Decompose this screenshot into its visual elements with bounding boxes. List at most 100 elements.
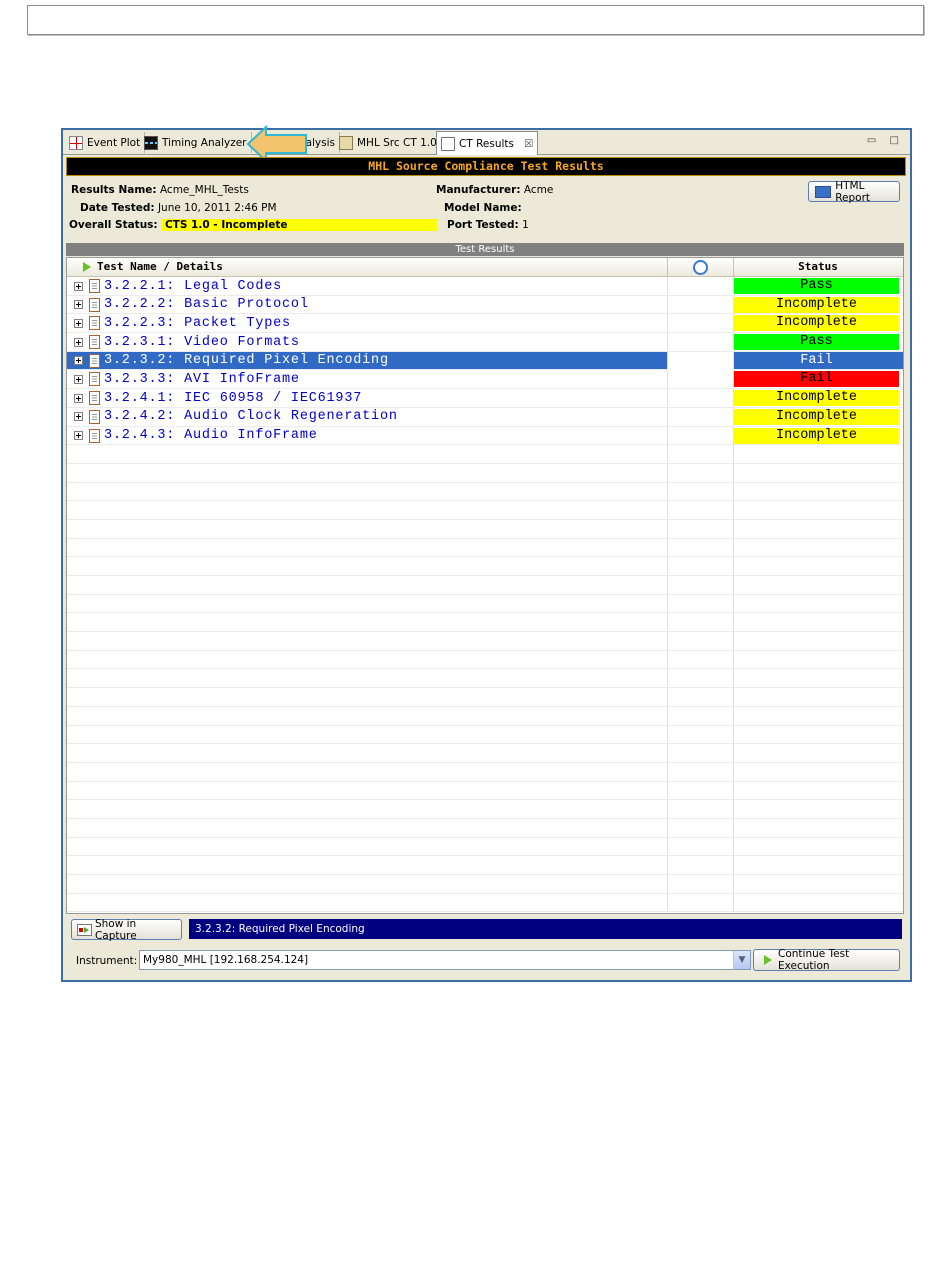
tab-event-plot[interactable]: Event Plot (65, 132, 146, 153)
html-report-button[interactable]: HTML Report (808, 180, 900, 204)
test-name-text: 3.2.2.3: Packet Types (104, 315, 291, 331)
table-row[interactable]: 3.2.3.2: Required Pixel Encoding Fail (67, 351, 903, 371)
table-row[interactable]: 3.2.3.1: Video Formats Pass (67, 333, 903, 352)
expand-icon[interactable] (74, 300, 83, 310)
expand-icon[interactable] (74, 281, 83, 291)
test-name-text: 3.2.3.2: Required Pixel Encoding (104, 353, 389, 369)
expand-icon[interactable] (74, 393, 83, 403)
status-badge: Incomplete (734, 296, 899, 313)
expand-icon[interactable] (74, 356, 83, 366)
model-name-label: Model Name: (444, 202, 522, 214)
empty-row (67, 744, 903, 763)
empty-row (67, 762, 903, 782)
test-document-icon (89, 353, 100, 368)
table-body: 3.2.2.1: Legal Codes Pass 3.2.2.2: Basic P… (67, 277, 903, 913)
table-row[interactable]: 3.2.2.3: Packet Types Incomplete (67, 314, 903, 334)
run-icon[interactable] (83, 262, 91, 272)
table-row[interactable]: 3.2.2.1: Legal Codes Pass (67, 277, 903, 296)
close-icon[interactable]: ☒ (524, 138, 533, 150)
expand-icon[interactable] (74, 431, 83, 440)
chevron-down-icon[interactable]: ▼ (733, 951, 750, 969)
status-badge: Incomplete (734, 408, 899, 425)
results-name-value: Acme_MHL_Tests (159, 184, 249, 196)
play-icon (764, 955, 772, 965)
empty-row (67, 837, 903, 857)
test-results-section-header: Test Results (66, 243, 904, 256)
test-name-text: 3.2.4.3: Audio InfoFrame (104, 428, 318, 443)
empty-row (67, 781, 903, 801)
test-name-cell[interactable]: 3.2.4.2: Audio Clock Regeneration (67, 407, 668, 426)
time-cell (668, 426, 734, 445)
tab-label: CT Results (459, 137, 514, 150)
ct-results-window: Event Plot Timing Analyzer alysis MHL Sr… (61, 125, 912, 982)
date-tested-label: Date Tested: (80, 202, 155, 214)
table-row[interactable]: 3.2.2.2: Basic Protocol Incomplete (67, 295, 903, 315)
test-name-cell[interactable]: 3.2.2.3: Packet Types (67, 314, 668, 333)
expand-icon[interactable] (74, 318, 83, 328)
empty-row (67, 613, 903, 633)
date-tested-row: Date Tested: June 10, 2011 2:46 PM (80, 202, 277, 214)
tab-timing-analyzer[interactable]: Timing Analyzer (140, 132, 252, 153)
table-row[interactable]: 3.2.4.1: IEC 60958 / IEC61937 Incomplete (67, 389, 903, 408)
empty-row (67, 800, 903, 819)
column-header-time[interactable] (668, 258, 734, 276)
test-name-cell[interactable]: 3.2.2.2: Basic Protocol (67, 295, 668, 314)
tab-mhl-src-ct[interactable]: MHL Src CT 1.0 (335, 132, 442, 153)
expand-icon[interactable] (74, 374, 83, 384)
table-row[interactable]: 3.2.3.3: AVI InfoFrame Fail (67, 370, 903, 390)
column-name-label: Test Name / Details (97, 260, 223, 273)
test-document-icon (89, 372, 100, 387)
empty-row (67, 557, 903, 576)
table-row[interactable]: 3.2.4.2: Audio Clock Regeneration Incompl… (67, 407, 903, 427)
empty-row (67, 519, 903, 539)
empty-row (67, 501, 903, 520)
port-tested-label: Port Tested: (447, 219, 519, 231)
test-name-cell[interactable]: 3.2.2.1: Legal Codes (67, 277, 668, 295)
tab-bar: Event Plot Timing Analyzer alysis MHL Sr… (63, 125, 910, 163)
empty-row (67, 893, 903, 913)
time-cell (668, 351, 734, 370)
minimize-icon[interactable]: ▭ (867, 135, 881, 146)
test-document-icon (89, 409, 100, 424)
time-cell (668, 314, 734, 333)
empty-row (67, 818, 903, 838)
date-tested-value: June 10, 2011 2:46 PM (157, 202, 277, 214)
book-icon (339, 135, 353, 150)
time-cell (668, 389, 734, 408)
expand-icon[interactable] (74, 337, 83, 347)
model-name-row: Model Name: (444, 202, 522, 214)
test-name-cell[interactable]: 3.2.3.1: Video Formats (67, 333, 668, 352)
instrument-value: My980_MHL [192.168.254.124] (143, 954, 309, 966)
test-name-text: 3.2.4.2: Audio Clock Regeneration (104, 409, 398, 425)
expand-icon[interactable] (74, 412, 83, 422)
port-tested-value: 1 (522, 219, 529, 231)
test-name-cell[interactable]: 3.2.3.3: AVI InfoFrame (67, 370, 668, 389)
tab-ct-results[interactable]: CT Results ☒ (436, 131, 539, 155)
empty-row (67, 445, 903, 464)
manufacturer-value: Acme (523, 184, 554, 196)
instrument-select[interactable]: My980_MHL [192.168.254.124] ▼ (139, 950, 751, 970)
results-name-row: Results Name: Acme_MHL_Tests (71, 184, 249, 196)
empty-row (67, 688, 903, 707)
results-name-label: Results Name: (71, 184, 157, 196)
maximize-icon[interactable]: □ (890, 135, 904, 146)
test-name-cell[interactable]: 3.2.4.3: Audio InfoFrame (67, 426, 668, 445)
test-name-cell[interactable]: 3.2.3.2: Required Pixel Encoding (67, 351, 668, 370)
status-badge: Incomplete (734, 390, 899, 407)
time-cell (668, 277, 734, 295)
table-row[interactable]: 3.2.4.3: Audio InfoFrame Incomplete (67, 426, 903, 446)
column-header-name[interactable]: Test Name / Details (67, 258, 668, 276)
column-header-status[interactable]: Status (734, 258, 902, 276)
capture-bar: Show in Capture 3.2.3.2: Required Pixel … (66, 917, 904, 942)
manufacturer-row: Manufacturer: Acme (436, 184, 553, 196)
test-document-icon (89, 316, 100, 331)
time-cell (668, 295, 734, 314)
time-cell (668, 333, 734, 352)
show-in-capture-button[interactable]: Show in Capture (71, 918, 182, 942)
test-name-cell[interactable]: 3.2.4.1: IEC 60958 / IEC61937 (67, 389, 668, 408)
empty-row (67, 650, 903, 670)
timing-analyzer-icon (144, 135, 158, 150)
continue-test-execution-button[interactable]: Continue Test Execution (753, 948, 900, 972)
test-document-icon (89, 391, 100, 406)
empty-row (67, 538, 903, 558)
